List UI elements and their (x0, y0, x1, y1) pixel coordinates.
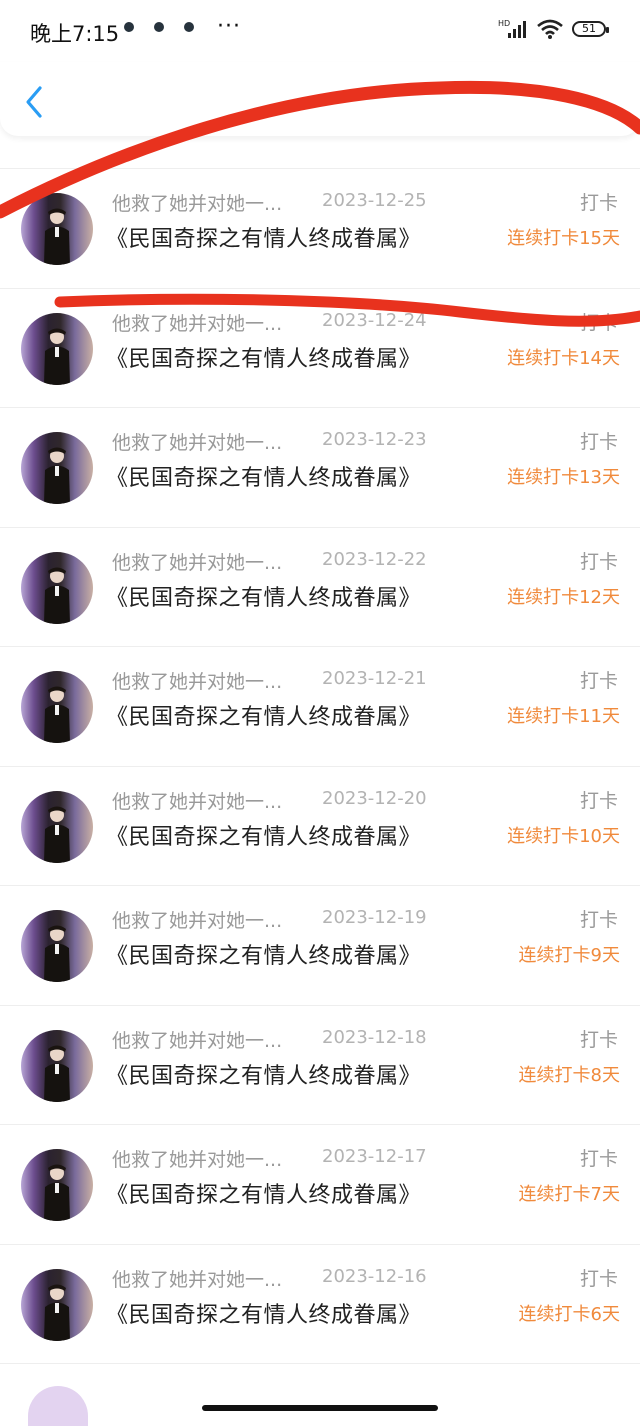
avatar (21, 910, 93, 982)
streak-label: 连续打卡14天 (507, 347, 620, 369)
entry-date: 2023-12-23 (322, 429, 427, 450)
list-item[interactable]: 他救了她并对她一... 2023-12-23 《民国奇探之有情人终成眷属》 打卡连续打… (0, 407, 640, 526)
wifi-icon (537, 19, 563, 39)
list-item[interactable]: 他救了她并对她一... 2023-12-19 《民国奇探之有情人终成眷属》 打卡连续打… (0, 885, 640, 1004)
streak-label: 连续打卡10天 (507, 825, 620, 847)
checkin-button[interactable]: 打卡 (580, 1264, 618, 1291)
avatar (21, 432, 93, 504)
streak-label: 连续打卡13天 (507, 467, 620, 488)
entry-snippet: 他救了她并对她一... (112, 1029, 283, 1052)
entry-date: 2023-12-25 (322, 190, 427, 211)
entry-date: 2023-12-18 (322, 1026, 427, 1048)
battery-icon: 51 (572, 21, 609, 37)
person-photo (44, 447, 70, 504)
entry-date: 2023-12-24 (322, 309, 427, 331)
checkin-button[interactable]: 打卡 (580, 786, 618, 813)
network-type-label: HD (498, 19, 510, 28)
status-bar: 晚上7:15 ··· HD 51 (0, 0, 640, 62)
nav-bar (0, 62, 640, 136)
notification-icon (124, 22, 134, 32)
person-photo (44, 208, 70, 265)
list-item[interactable]: 他救了她并对她一... 2023-12-20 《民国奇探之有情人终成眷属》 打卡连续打… (0, 765, 640, 885)
avatar (28, 1386, 88, 1426)
person-photo (44, 1284, 70, 1341)
list-item[interactable]: 他救了她并对她一... 2023-12-16 《民国奇探之有情人终成眷属》 打卡连续打… (0, 1243, 640, 1363)
entry-title: 《民国奇探之有情人终成眷属》 (106, 824, 422, 850)
partial-list-item (0, 1363, 640, 1426)
entry-snippet: 他救了她并对她一... (112, 1268, 283, 1291)
entry-date: 2023-12-19 (322, 907, 427, 928)
person-photo (44, 1045, 70, 1102)
entry-title: 《民国奇探之有情人终成眷属》 (106, 466, 422, 491)
person-photo (44, 328, 70, 385)
streak-label: 连续打卡12天 (507, 586, 620, 608)
notification-icons (124, 22, 194, 32)
entry-date: 2023-12-16 (322, 1265, 427, 1287)
person-photo (44, 925, 70, 982)
streak-label: 连续打卡9天 (518, 945, 620, 966)
list-item[interactable]: 他救了她并对她一... 2023-12-25 《民国奇探之有情人终成眷属》 打卡连续打… (0, 168, 640, 287)
avatar (21, 1029, 93, 1102)
streak-label: 连续打卡8天 (518, 1064, 620, 1086)
list-item[interactable]: 他救了她并对她一... 2023-12-24 《民国奇探之有情人终成眷属》 打卡连续打… (0, 287, 640, 407)
streak-label: 连续打卡11天 (507, 706, 620, 727)
back-icon[interactable] (18, 82, 52, 122)
avatar (21, 312, 93, 385)
entry-date: 2023-12-20 (322, 787, 427, 809)
avatar (21, 1268, 93, 1341)
notification-icon (184, 22, 194, 32)
entry-snippet: 他救了她并对她一... (112, 193, 283, 215)
checkin-button[interactable]: 打卡 (580, 547, 618, 574)
entry-title: 《民国奇探之有情人终成眷属》 (106, 705, 422, 730)
person-photo (44, 686, 70, 743)
streak-label: 连续打卡15天 (507, 228, 620, 249)
entry-snippet: 他救了她并对她一... (112, 1149, 283, 1171)
checkin-button[interactable]: 打卡 (580, 427, 618, 454)
list-item[interactable]: 他救了她并对她一... 2023-12-18 《民国奇探之有情人终成眷属》 打卡连续打… (0, 1004, 640, 1124)
avatar (21, 551, 93, 624)
checkin-button[interactable]: 打卡 (580, 308, 618, 335)
checkin-button[interactable]: 打卡 (580, 666, 618, 693)
entry-snippet: 他救了她并对她一... (112, 790, 283, 813)
entry-snippet: 他救了她并对她一... (112, 432, 283, 454)
person-photo (44, 1164, 70, 1221)
avatar (21, 1149, 93, 1221)
person-photo (44, 567, 70, 624)
entry-date: 2023-12-22 (322, 548, 427, 570)
checkin-button[interactable]: 打卡 (580, 1144, 618, 1171)
checkin-button[interactable]: 打卡 (580, 1025, 618, 1052)
entry-title: 《民国奇探之有情人终成眷属》 (106, 1063, 422, 1089)
streak-label: 连续打卡7天 (518, 1184, 620, 1205)
signal-icon: HD (498, 19, 526, 38)
entry-date: 2023-12-17 (322, 1146, 427, 1167)
entry-snippet: 他救了她并对她一... (112, 910, 283, 932)
home-indicator[interactable] (202, 1405, 438, 1411)
checkin-button[interactable]: 打卡 (580, 905, 618, 932)
list-item[interactable]: 他救了她并对她一... 2023-12-17 《民国奇探之有情人终成眷属》 打卡连续打… (0, 1124, 640, 1243)
entry-snippet: 他救了她并对她一... (112, 312, 283, 335)
list-item[interactable]: 他救了她并对她一... 2023-12-21 《民国奇探之有情人终成眷属》 打卡连续打… (0, 646, 640, 765)
entry-title: 《民国奇探之有情人终成眷属》 (106, 227, 422, 252)
list-item[interactable]: 他救了她并对她一... 2023-12-22 《民国奇探之有情人终成眷属》 打卡连续打… (0, 526, 640, 646)
entry-title: 《民国奇探之有情人终成眷属》 (106, 1183, 422, 1208)
entry-title: 《民国奇探之有情人终成眷属》 (106, 944, 422, 969)
avatar (21, 790, 93, 863)
more-notifications-icon: ··· (217, 14, 241, 39)
notification-icon (154, 22, 164, 32)
checkin-button[interactable]: 打卡 (580, 188, 618, 215)
status-time: 晚上7:15 (30, 22, 120, 46)
entry-snippet: 他救了她并对她一... (112, 551, 283, 574)
person-photo (44, 806, 70, 863)
avatar (21, 193, 93, 265)
entry-title: 《民国奇探之有情人终成眷属》 (106, 585, 422, 611)
avatar (21, 671, 93, 743)
streak-label: 连续打卡6天 (518, 1303, 620, 1325)
entry-title: 《民国奇探之有情人终成眷属》 (106, 1302, 422, 1328)
entry-snippet: 他救了她并对她一... (112, 671, 283, 693)
entry-date: 2023-12-21 (322, 668, 427, 689)
entry-title: 《民国奇探之有情人终成眷属》 (106, 346, 422, 372)
